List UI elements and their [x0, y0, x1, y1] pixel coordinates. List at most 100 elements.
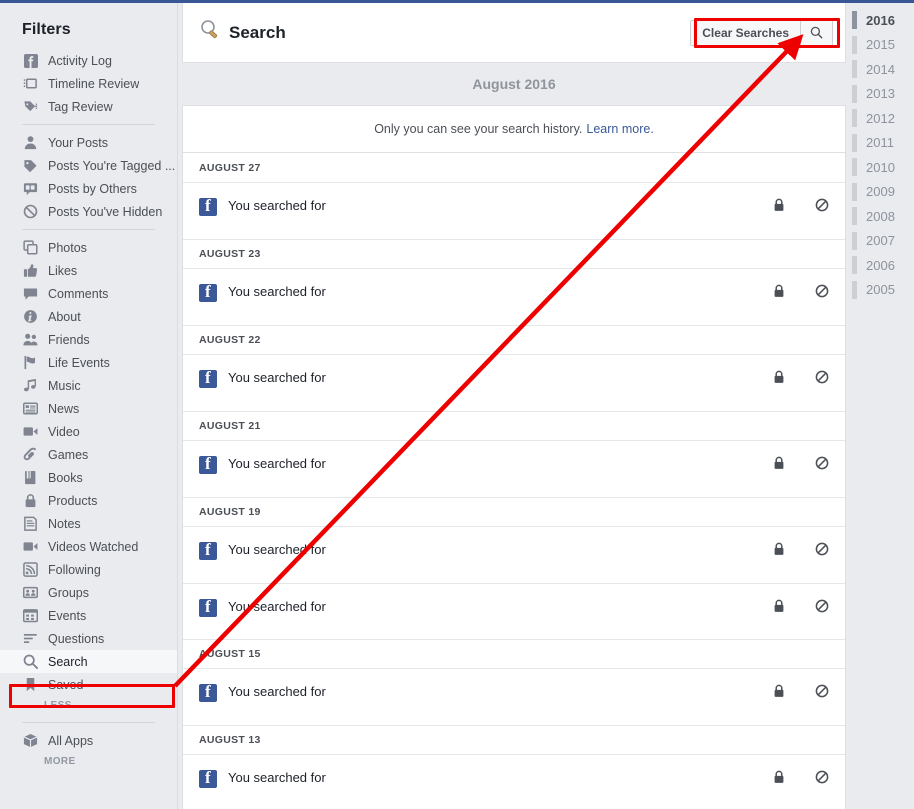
sidebar-item-label: Saved — [48, 677, 84, 692]
music-note-icon — [22, 378, 39, 393]
sidebar-item-games[interactable]: Games — [0, 443, 177, 466]
page-title: Search — [229, 22, 286, 42]
notes-icon — [22, 516, 39, 531]
year-item-2016[interactable]: 2016 — [846, 8, 914, 33]
year-label: 2015 — [866, 37, 895, 53]
sidebar-item-friends[interactable]: Friends — [0, 328, 177, 351]
lock-icon[interactable] — [773, 684, 785, 698]
activity-entry[interactable]: You searched for — [183, 269, 845, 325]
day-header: AUGUST 22 — [183, 325, 845, 355]
sidebar-item-label: Notes — [48, 516, 81, 531]
sidebar-item-events[interactable]: Events — [0, 604, 177, 627]
activity-entry[interactable]: You searched for — [183, 755, 845, 809]
sidebar-item-groups[interactable]: Groups — [0, 581, 177, 604]
sidebar-item-label: Timeline Review — [48, 76, 140, 91]
sidebar-item-music[interactable]: Music — [0, 374, 177, 397]
year-item-2015[interactable]: 2015 — [846, 33, 914, 58]
activity-log-list: AUGUST 27 You searched for AUGUST 23 You se… — [182, 152, 846, 809]
sidebar-item-news[interactable]: News — [0, 397, 177, 420]
sidebar-item-life-events[interactable]: Life Events — [0, 351, 177, 374]
sidebar-item-posts-you-re-tagged[interactable]: Posts You're Tagged ... — [0, 154, 177, 177]
learn-more-link[interactable]: Learn more. — [586, 122, 653, 136]
sidebar-item-saved[interactable]: Saved — [0, 673, 177, 696]
search-icon[interactable] — [800, 20, 832, 45]
sidebar-item-about[interactable]: About — [0, 305, 177, 328]
day-header: AUGUST 15 — [183, 639, 845, 669]
sidebar-item-comments[interactable]: Comments — [0, 282, 177, 305]
sidebar-item-likes[interactable]: Likes — [0, 259, 177, 282]
sidebar-item-activity-log[interactable]: Activity Log — [0, 49, 177, 72]
lock-icon[interactable] — [773, 198, 785, 212]
circle-slash-icon[interactable] — [815, 284, 829, 298]
page-header: Search Clear Searches — [182, 3, 846, 63]
activity-entry[interactable]: You searched for — [183, 183, 845, 239]
sidebar-item-videos-watched[interactable]: Videos Watched — [0, 535, 177, 558]
year-item-2013[interactable]: 2013 — [846, 82, 914, 107]
sidebar-item-posts-by-others[interactable]: Posts by Others — [0, 177, 177, 200]
year-item-2005[interactable]: 2005 — [846, 278, 914, 303]
sidebar-item-all-apps[interactable]: All Apps — [0, 729, 177, 752]
activity-entry[interactable]: You searched for — [183, 527, 845, 583]
day-header: AUGUST 13 — [183, 725, 845, 755]
rss-icon — [22, 562, 39, 577]
activity-entry[interactable]: You searched for — [183, 583, 845, 639]
clear-searches-button[interactable]: Clear Searches — [691, 20, 800, 45]
lock-icon[interactable] — [773, 456, 785, 470]
sidebar-item-tag-review[interactable]: Tag Review — [0, 95, 177, 118]
year-item-2008[interactable]: 2008 — [846, 204, 914, 229]
sidebar-item-notes[interactable]: Notes — [0, 512, 177, 535]
privacy-notice: Only you can see your search history. Le… — [182, 105, 846, 152]
circle-slash-icon[interactable] — [815, 599, 829, 613]
year-item-2010[interactable]: 2010 — [846, 155, 914, 180]
day-header: AUGUST 21 — [183, 411, 845, 441]
bookmark-icon — [22, 677, 39, 692]
year-label: 2012 — [866, 110, 895, 126]
year-item-2006[interactable]: 2006 — [846, 253, 914, 278]
circle-slash-icon[interactable] — [815, 684, 829, 698]
year-tick — [852, 256, 857, 275]
sidebar-toggle-more[interactable]: MORE — [0, 752, 177, 772]
sidebar-item-timeline-review[interactable]: Timeline Review — [0, 72, 177, 95]
year-item-2014[interactable]: 2014 — [846, 57, 914, 82]
facebook-icon — [199, 682, 217, 702]
lock-icon[interactable] — [773, 599, 785, 613]
lock-icon[interactable] — [773, 370, 785, 384]
sidebar-item-label: Life Events — [48, 355, 110, 370]
activity-entry[interactable]: You searched for — [183, 441, 845, 497]
year-item-2007[interactable]: 2007 — [846, 229, 914, 254]
sidebar-item-following[interactable]: Following — [0, 558, 177, 581]
sidebar-item-label: Groups — [48, 585, 89, 600]
activity-entry[interactable]: You searched for — [183, 355, 845, 411]
sidebar-toggle-less[interactable]: LESS — [0, 696, 177, 716]
sidebar-item-posts-you-ve-hidden[interactable]: Posts You've Hidden — [0, 200, 177, 223]
day-header: AUGUST 27 — [183, 153, 845, 183]
circle-slash-icon[interactable] — [815, 370, 829, 384]
sidebar-item-books[interactable]: Books — [0, 466, 177, 489]
sidebar-item-label: Games — [48, 447, 89, 462]
year-item-2011[interactable]: 2011 — [846, 131, 914, 156]
year-item-2012[interactable]: 2012 — [846, 106, 914, 131]
posts-by-others-icon — [22, 181, 39, 196]
activity-log-page: Filters Activity Log Timeline Review Tag R… — [0, 0, 914, 809]
sidebar-item-search[interactable]: Search — [0, 650, 177, 673]
lock-icon[interactable] — [773, 284, 785, 298]
circle-slash-icon[interactable] — [815, 770, 829, 784]
sidebar-item-products[interactable]: Products — [0, 489, 177, 512]
header-actions: Clear Searches — [690, 19, 833, 46]
comment-icon — [22, 286, 39, 301]
year-item-2009[interactable]: 2009 — [846, 180, 914, 205]
sidebar-item-video[interactable]: Video — [0, 420, 177, 443]
friends-icon — [22, 332, 39, 347]
photos-icon — [22, 240, 39, 255]
sidebar-item-photos[interactable]: Photos — [0, 236, 177, 259]
circle-slash-icon[interactable] — [815, 198, 829, 212]
sidebar-item-your-posts[interactable]: Your Posts — [0, 131, 177, 154]
sidebar-item-questions[interactable]: Questions — [0, 627, 177, 650]
lock-icon[interactable] — [773, 770, 785, 784]
activity-entry-text: You searched for — [228, 684, 326, 699]
activity-entry-actions — [773, 684, 829, 698]
circle-slash-icon[interactable] — [815, 456, 829, 470]
lock-icon[interactable] — [773, 542, 785, 556]
activity-entry[interactable]: You searched for — [183, 669, 845, 725]
circle-slash-icon[interactable] — [815, 542, 829, 556]
